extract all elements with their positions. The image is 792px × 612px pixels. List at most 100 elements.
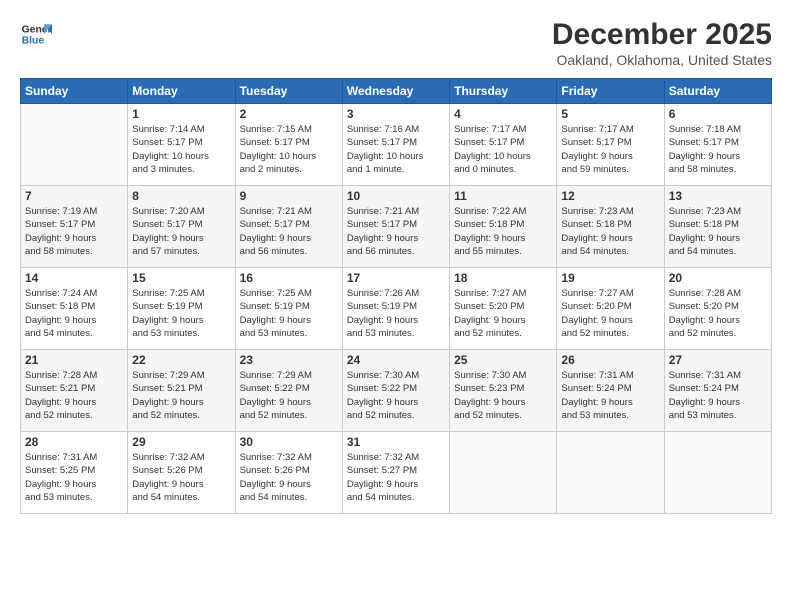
table-row: 24 Sunrise: 7:30 AM Sunset: 5:22 PM Dayli…: [342, 350, 449, 432]
table-row: 2 Sunrise: 7:15 AM Sunset: 5:17 PM Daylig…: [235, 104, 342, 186]
calendar-week-row: 21 Sunrise: 7:28 AM Sunset: 5:21 PM Dayli…: [21, 350, 772, 432]
calendar-header-row: Sunday Monday Tuesday Wednesday Thursday…: [21, 79, 772, 104]
day-number: 21: [25, 353, 123, 367]
day-info: Sunrise: 7:20 AM Sunset: 5:17 PM Dayligh…: [132, 205, 230, 258]
table-row: 14 Sunrise: 7:24 AM Sunset: 5:18 PM Dayli…: [21, 268, 128, 350]
day-number: 11: [454, 189, 552, 203]
table-row: 16Sunrise: 7:25 AM Sunset: 5:19 PM Dayli…: [235, 268, 342, 350]
day-info: Sunrise: 7:28 AM Sunset: 5:21 PM Dayligh…: [25, 369, 123, 422]
table-row: 22 Sunrise: 7:29 AM Sunset: 5:21 PM Dayli…: [128, 350, 235, 432]
page-header: General Blue December 2025 Oakland, Okla…: [20, 18, 772, 68]
day-number: 3: [347, 107, 445, 121]
day-info: Sunrise: 7:17 AM Sunset: 5:17 PM Dayligh…: [561, 123, 659, 176]
day-number: 23: [240, 353, 338, 367]
calendar-table: Sunday Monday Tuesday Wednesday Thursday…: [20, 78, 772, 514]
logo-icon: General Blue: [20, 18, 52, 50]
table-row: 23Sunrise: 7:29 AM Sunset: 5:22 PM Dayli…: [235, 350, 342, 432]
day-info: Sunrise: 7:26 AM Sunset: 5:19 PM Dayligh…: [347, 287, 445, 340]
day-info: Sunrise: 7:23 AM Sunset: 5:18 PM Dayligh…: [669, 205, 767, 258]
day-info: Sunrise: 7:19 AM Sunset: 5:17 PM Dayligh…: [25, 205, 123, 258]
day-info: Sunrise: 7:32 AM Sunset: 5:26 PM Dayligh…: [132, 451, 230, 504]
day-info: Sunrise: 7:15 AM Sunset: 5:17 PM Dayligh…: [240, 123, 338, 176]
day-number: 15: [132, 271, 230, 285]
table-row: 5Sunrise: 7:17 AM Sunset: 5:17 PM Daylig…: [557, 104, 664, 186]
col-sunday: Sunday: [21, 79, 128, 104]
day-number: 20: [669, 271, 767, 285]
col-friday: Friday: [557, 79, 664, 104]
table-row: 17 Sunrise: 7:26 AM Sunset: 5:19 PM Dayli…: [342, 268, 449, 350]
col-thursday: Thursday: [450, 79, 557, 104]
table-row: 21 Sunrise: 7:28 AM Sunset: 5:21 PM Dayli…: [21, 350, 128, 432]
day-info: Sunrise: 7:31 AM Sunset: 5:25 PM Dayligh…: [25, 451, 123, 504]
day-info: Sunrise: 7:25 AM Sunset: 5:19 PM Dayligh…: [132, 287, 230, 340]
day-number: 2: [240, 107, 338, 121]
table-row: 29 Sunrise: 7:32 AM Sunset: 5:26 PM Dayli…: [128, 432, 235, 514]
day-number: 26: [561, 353, 659, 367]
day-info: Sunrise: 7:14 AM Sunset: 5:17 PM Dayligh…: [132, 123, 230, 176]
day-info: Sunrise: 7:16 AM Sunset: 5:17 PM Dayligh…: [347, 123, 445, 176]
day-info: Sunrise: 7:21 AM Sunset: 5:17 PM Dayligh…: [347, 205, 445, 258]
day-number: 1: [132, 107, 230, 121]
table-row: [557, 432, 664, 514]
day-info: Sunrise: 7:22 AM Sunset: 5:18 PM Dayligh…: [454, 205, 552, 258]
col-monday: Monday: [128, 79, 235, 104]
table-row: 1 Sunrise: 7:14 AM Sunset: 5:17 PM Daylig…: [128, 104, 235, 186]
day-number: 12: [561, 189, 659, 203]
calendar-week-row: 28 Sunrise: 7:31 AM Sunset: 5:25 PM Dayli…: [21, 432, 772, 514]
table-row: [450, 432, 557, 514]
table-row: 6Sunrise: 7:18 AM Sunset: 5:17 PM Daylig…: [664, 104, 771, 186]
day-number: 14: [25, 271, 123, 285]
table-row: 13Sunrise: 7:23 AM Sunset: 5:18 PM Dayli…: [664, 186, 771, 268]
table-row: 12 Sunrise: 7:23 AM Sunset: 5:18 PM Dayli…: [557, 186, 664, 268]
day-info: Sunrise: 7:32 AM Sunset: 5:27 PM Dayligh…: [347, 451, 445, 504]
day-number: 30: [240, 435, 338, 449]
calendar-week-row: 1 Sunrise: 7:14 AM Sunset: 5:17 PM Daylig…: [21, 104, 772, 186]
day-info: Sunrise: 7:23 AM Sunset: 5:18 PM Dayligh…: [561, 205, 659, 258]
day-info: Sunrise: 7:27 AM Sunset: 5:20 PM Dayligh…: [561, 287, 659, 340]
day-info: Sunrise: 7:28 AM Sunset: 5:20 PM Dayligh…: [669, 287, 767, 340]
day-number: 17: [347, 271, 445, 285]
day-number: 31: [347, 435, 445, 449]
table-row: 7 Sunrise: 7:19 AM Sunset: 5:17 PM Daylig…: [21, 186, 128, 268]
day-number: 29: [132, 435, 230, 449]
table-row: 15 Sunrise: 7:25 AM Sunset: 5:19 PM Dayli…: [128, 268, 235, 350]
svg-text:Blue: Blue: [22, 36, 45, 47]
day-number: 25: [454, 353, 552, 367]
day-number: 4: [454, 107, 552, 121]
day-number: 22: [132, 353, 230, 367]
table-row: 8Sunrise: 7:20 AM Sunset: 5:17 PM Daylig…: [128, 186, 235, 268]
day-number: 28: [25, 435, 123, 449]
table-row: 9 Sunrise: 7:21 AM Sunset: 5:17 PM Daylig…: [235, 186, 342, 268]
col-tuesday: Tuesday: [235, 79, 342, 104]
calendar-week-row: 14 Sunrise: 7:24 AM Sunset: 5:18 PM Dayli…: [21, 268, 772, 350]
table-row: 4 Sunrise: 7:17 AM Sunset: 5:17 PM Daylig…: [450, 104, 557, 186]
day-info: Sunrise: 7:32 AM Sunset: 5:26 PM Dayligh…: [240, 451, 338, 504]
day-number: 18: [454, 271, 552, 285]
col-saturday: Saturday: [664, 79, 771, 104]
table-row: [21, 104, 128, 186]
day-number: 16: [240, 271, 338, 285]
table-row: 30 Sunrise: 7:32 AM Sunset: 5:26 PM Dayli…: [235, 432, 342, 514]
day-number: 9: [240, 189, 338, 203]
table-row: 18Sunrise: 7:27 AM Sunset: 5:20 PM Dayli…: [450, 268, 557, 350]
day-number: 10: [347, 189, 445, 203]
location: Oakland, Oklahoma, United States: [552, 52, 772, 68]
calendar-week-row: 7 Sunrise: 7:19 AM Sunset: 5:17 PM Daylig…: [21, 186, 772, 268]
table-row: 10 Sunrise: 7:21 AM Sunset: 5:17 PM Dayli…: [342, 186, 449, 268]
day-number: 24: [347, 353, 445, 367]
table-row: 20 Sunrise: 7:28 AM Sunset: 5:20 PM Dayli…: [664, 268, 771, 350]
day-info: Sunrise: 7:21 AM Sunset: 5:17 PM Dayligh…: [240, 205, 338, 258]
logo: General Blue: [20, 18, 56, 50]
day-info: Sunrise: 7:17 AM Sunset: 5:17 PM Dayligh…: [454, 123, 552, 176]
day-info: Sunrise: 7:30 AM Sunset: 5:23 PM Dayligh…: [454, 369, 552, 422]
day-number: 7: [25, 189, 123, 203]
table-row: [664, 432, 771, 514]
day-number: 6: [669, 107, 767, 121]
month-title: December 2025: [552, 18, 772, 52]
day-number: 27: [669, 353, 767, 367]
day-info: Sunrise: 7:24 AM Sunset: 5:18 PM Dayligh…: [25, 287, 123, 340]
title-block: December 2025 Oakland, Oklahoma, United …: [552, 18, 772, 68]
day-info: Sunrise: 7:30 AM Sunset: 5:22 PM Dayligh…: [347, 369, 445, 422]
day-info: Sunrise: 7:29 AM Sunset: 5:21 PM Dayligh…: [132, 369, 230, 422]
table-row: 28 Sunrise: 7:31 AM Sunset: 5:25 PM Dayli…: [21, 432, 128, 514]
